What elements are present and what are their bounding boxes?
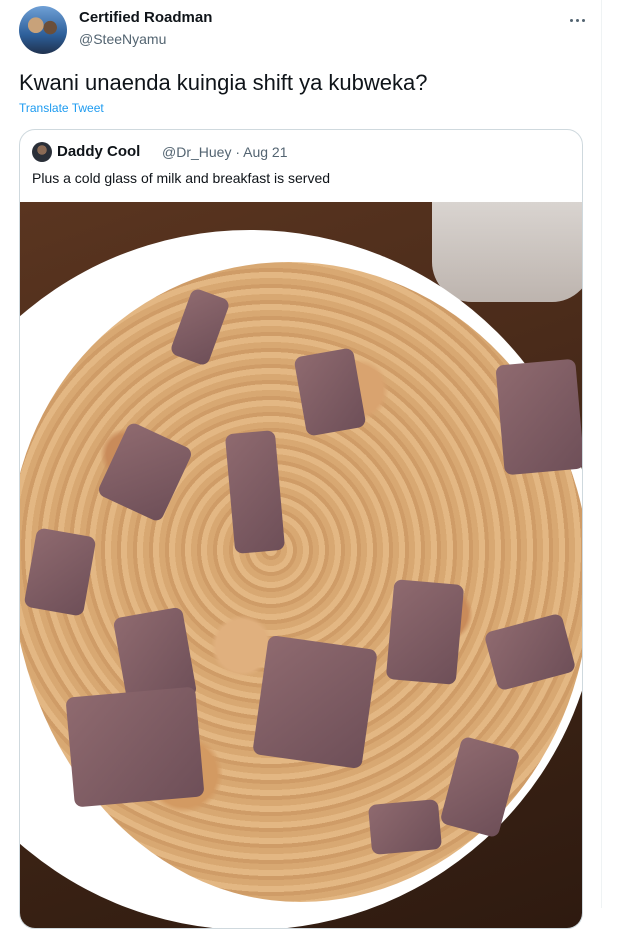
author-avatar[interactable] [19, 6, 67, 54]
quoted-author-name: Daddy Cool [57, 143, 141, 160]
food-chunk [367, 799, 443, 855]
quoted-tweet-text: Plus a cold glass of milk and breakfast … [32, 170, 331, 186]
author-handle[interactable]: @SteeNyamu [79, 31, 166, 47]
quoted-author-handle-date: @Dr_Huey · Aug 21 [162, 144, 288, 160]
food-chunk [65, 686, 205, 808]
column-border [601, 0, 602, 908]
food-chunk [495, 358, 582, 476]
translate-tweet-link[interactable]: Translate Tweet [19, 101, 104, 115]
more-options-icon[interactable] [565, 8, 589, 32]
breakfast-plate-photo[interactable] [20, 202, 582, 928]
food-chunk [385, 579, 465, 685]
tweet-text: Kwani unaenda kuingia shift ya kubweka? [19, 70, 428, 95]
container-lid [432, 202, 582, 302]
tweet-header: Certified Roadman @SteeNyamu [19, 6, 589, 54]
quoted-author-avatar [32, 142, 52, 162]
food-chunk [252, 634, 378, 770]
food-chunk [224, 430, 286, 554]
author-name[interactable]: Certified Roadman [79, 9, 212, 26]
quoted-tweet-card[interactable]: Daddy Cool @Dr_Huey · Aug 21 Plus a cold… [19, 129, 583, 929]
